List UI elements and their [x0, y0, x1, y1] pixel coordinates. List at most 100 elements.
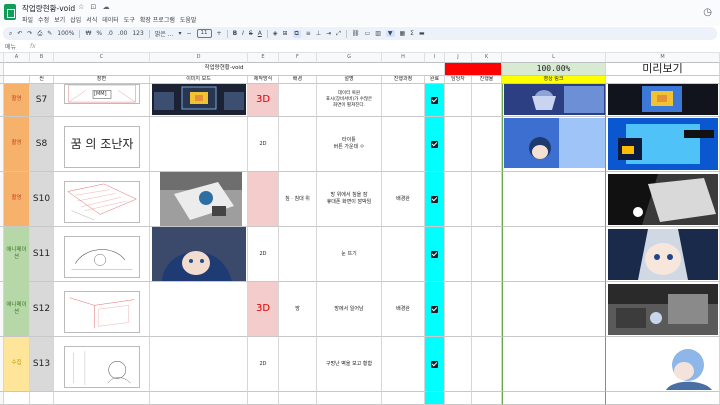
rate-cell[interactable] — [472, 337, 502, 392]
scene-cell[interactable]: S8 — [30, 117, 54, 172]
chevron-down-icon[interactable]: ▾ — [178, 30, 181, 37]
menu-extensions[interactable]: 확장 프로그램 — [140, 15, 175, 24]
currency-format-button[interactable]: ₩ — [85, 30, 91, 37]
image-board-cell[interactable] — [150, 84, 248, 117]
checkbox-checked[interactable] — [431, 250, 438, 258]
progress-cell[interactable] — [382, 227, 425, 282]
insert-link-icon[interactable]: ⛓ — [352, 30, 360, 37]
assignee-cell[interactable] — [445, 172, 472, 227]
video-link-cell[interactable] — [502, 117, 606, 172]
production-cell[interactable] — [248, 392, 279, 405]
checkbox-checked[interactable] — [431, 195, 438, 203]
menu-data[interactable]: 데이터 — [102, 15, 119, 24]
description-cell[interactable]: 구멍난 벽을 보고 황함 — [317, 337, 382, 392]
insert-chart-icon[interactable]: ▥ — [375, 30, 381, 37]
production-cell[interactable]: 3D — [248, 84, 279, 117]
storyboard-cell[interactable] — [54, 282, 150, 337]
background-cell[interactable]: 침 · 침대 위 — [279, 172, 317, 227]
name-box[interactable]: 메뉴 — [0, 42, 30, 51]
search-menu-icon[interactable]: ⌕ — [9, 30, 12, 38]
functions-icon[interactable]: Σ — [410, 30, 414, 37]
zoom-select[interactable]: 100% — [57, 30, 74, 37]
storyboard-cell[interactable] — [54, 392, 150, 405]
header-done[interactable]: 완료 — [425, 76, 445, 84]
background-cell[interactable] — [279, 84, 317, 117]
column-header-e[interactable]: E — [248, 53, 279, 63]
assignee-cell[interactable] — [445, 84, 472, 117]
column-header-c[interactable]: C — [54, 53, 150, 63]
image-board-cell[interactable] — [150, 117, 248, 172]
header-preview[interactable] — [606, 76, 720, 84]
move-icon[interactable]: ⊡ — [91, 3, 99, 11]
description-cell[interactable] — [317, 392, 382, 405]
progress-cell[interactable] — [382, 392, 425, 405]
category-cell[interactable]: 애니메이션 — [4, 227, 30, 282]
production-cell[interactable] — [248, 172, 279, 227]
header-assignee[interactable]: 담당자 — [445, 76, 472, 84]
storyboard-cell[interactable]: 꿈 의 조난자 — [54, 117, 150, 172]
background-cell[interactable]: 방 — [279, 282, 317, 337]
column-header-h[interactable]: H — [382, 53, 425, 63]
video-link-cell[interactable] — [502, 392, 606, 405]
video-link-cell[interactable] — [502, 337, 606, 392]
header-background[interactable]: 배경 — [279, 76, 317, 84]
rate-cell[interactable] — [472, 172, 502, 227]
text-color-button[interactable]: A — [258, 30, 262, 37]
column-header-g[interactable]: G — [317, 53, 382, 63]
menu-edit[interactable]: 수정 — [38, 15, 49, 24]
preview-cell[interactable] — [606, 117, 720, 172]
background-cell[interactable] — [279, 117, 317, 172]
checkbox-checked[interactable] — [431, 360, 438, 368]
insert-comment-icon[interactable]: ▭ — [365, 30, 371, 37]
header-production[interactable]: 제작방식 — [248, 76, 279, 84]
production-cell[interactable]: 3D — [248, 282, 279, 337]
header-storyboard[interactable]: 장면 — [54, 76, 150, 84]
preview-cell[interactable] — [606, 337, 720, 392]
description-cell[interactable]: 방 위에서 침을 잠 휴대폰 화면이 깜박임 — [317, 172, 382, 227]
column-header-m[interactable]: M — [606, 53, 720, 63]
header-scene[interactable]: 씬 — [30, 76, 54, 84]
column-header-j[interactable]: J — [445, 53, 472, 63]
header-image-board[interactable]: 이미지 보드 — [150, 76, 248, 84]
done-cell[interactable] — [425, 117, 445, 172]
bold-button[interactable]: B — [233, 30, 238, 37]
rate-cell[interactable] — [472, 117, 502, 172]
strikethrough-button[interactable]: S — [249, 30, 253, 37]
cloud-status-icon[interactable]: ☁ — [103, 3, 112, 11]
production-cell[interactable]: 2D — [248, 227, 279, 282]
assignee-cell[interactable] — [445, 227, 472, 282]
category-cell[interactable]: 수집 — [4, 337, 30, 392]
column-header-k[interactable]: K — [472, 53, 502, 63]
progress-cell[interactable]: 배경완 — [382, 172, 425, 227]
scene-cell[interactable]: S12 — [30, 282, 54, 337]
menu-view[interactable]: 보기 — [54, 15, 65, 24]
font-size-increase-icon[interactable]: + — [217, 30, 222, 37]
menu-format[interactable]: 서식 — [86, 15, 97, 24]
video-link-cell[interactable] — [502, 282, 606, 337]
progress-cell[interactable] — [382, 84, 425, 117]
description-cell[interactable]: 타이틀 버튼 가운데 ㅇ — [317, 117, 382, 172]
preview-cell[interactable] — [606, 282, 720, 337]
column-header-i[interactable]: I — [425, 53, 445, 63]
done-cell[interactable] — [425, 282, 445, 337]
column-header-b[interactable]: B — [30, 53, 54, 63]
merge-cells-icon[interactable]: ⧉ — [292, 29, 301, 38]
done-cell[interactable] — [425, 392, 445, 405]
done-cell[interactable] — [425, 227, 445, 282]
header-rate[interactable]: 진행율 — [472, 76, 502, 84]
background-cell[interactable] — [279, 227, 317, 282]
done-cell[interactable] — [425, 84, 445, 117]
menu-file[interactable]: 파일 — [22, 15, 33, 24]
scene-cell[interactable]: S10 — [30, 172, 54, 227]
image-board-cell[interactable] — [150, 227, 248, 282]
scene-cell[interactable] — [30, 392, 54, 405]
rate-cell[interactable] — [472, 84, 502, 117]
scene-cell[interactable]: S7 — [30, 84, 54, 117]
rate-cell[interactable] — [472, 282, 502, 337]
description-cell[interactable]: 데이터 복원 표시(장비서버)가 수많은 화면이 펼쳐진다. — [317, 84, 382, 117]
category-cell[interactable]: 촬영 — [4, 84, 30, 117]
text-rotate-icon[interactable]: ⤢ — [336, 30, 341, 38]
assignee-cell[interactable] — [445, 337, 472, 392]
storyboard-cell[interactable] — [54, 337, 150, 392]
storyboard-cell[interactable]: [MM] — [54, 84, 150, 117]
